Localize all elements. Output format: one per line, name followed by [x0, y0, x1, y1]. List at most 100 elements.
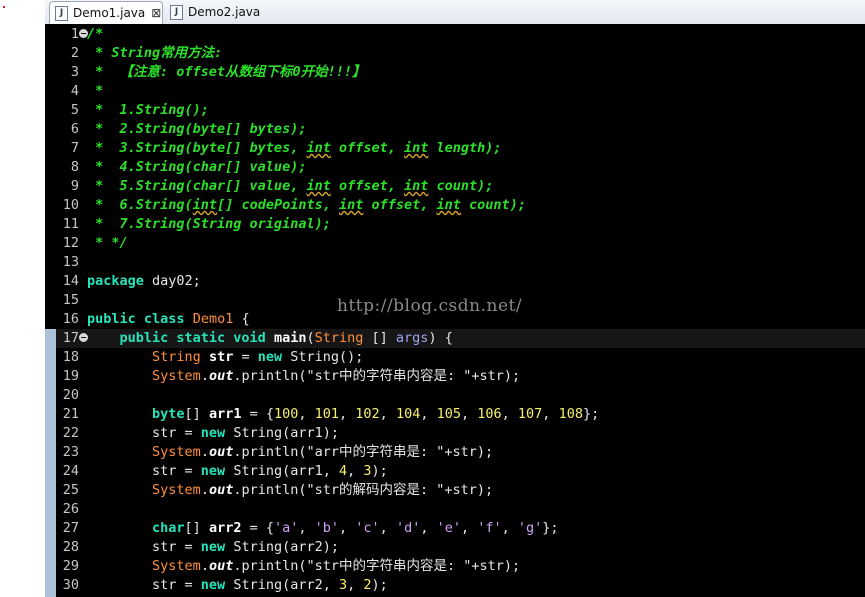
code-token: , — [347, 577, 364, 593]
code-token: out — [208, 444, 234, 460]
code-token: 'e' — [436, 520, 461, 536]
code-text: String str = new String(); — [87, 348, 363, 367]
code-line[interactable]: 8 * 4.String(char[] value); — [56, 158, 865, 177]
code-token: 107 — [517, 406, 543, 422]
code-text: str = new String(arr2); — [87, 538, 339, 557]
code-token: out — [208, 558, 234, 574]
code-token: package — [87, 273, 144, 289]
code-line[interactable]: 13 — [56, 253, 865, 272]
code-token: * 3.String(byte[] bytes, — [87, 140, 307, 156]
code-token: int — [404, 140, 429, 156]
code-line[interactable]: 30 str = new String(arr2, 3, 2); — [56, 576, 865, 595]
code-line[interactable]: 29 System.out.println("str中的字符串内容是: "+st… — [56, 557, 865, 576]
code-line[interactable]: 18 String str = new String(); — [56, 348, 865, 367]
code-token: /* — [87, 26, 104, 42]
code-token: 3 — [338, 577, 348, 593]
code-line[interactable]: 19 System.out.println("str中的字符串内容是: "+st… — [56, 367, 865, 386]
code-text: * 【注意: offset从数组下标0开始!!!】 — [87, 63, 365, 82]
code-text: /* — [87, 25, 103, 44]
line-number: 13 — [62, 254, 79, 270]
code-token: [] — [363, 330, 396, 346]
code-token: offset, — [330, 178, 404, 194]
code-token: new — [200, 577, 226, 593]
code-line[interactable]: 26 — [56, 500, 865, 519]
line-number: 7 — [70, 140, 79, 156]
code-line[interactable]: 21 byte[] arr1 = {100, 101, 102, 104, 10… — [56, 405, 865, 424]
code-token: new — [200, 463, 226, 479]
line-number: 27 — [62, 520, 79, 536]
line-number: 12 — [62, 235, 79, 251]
code-token: 100 — [273, 406, 299, 422]
code-token: public static void — [119, 330, 266, 346]
code-token: out — [208, 482, 234, 498]
code-text: * 2.String(byte[] bytes); — [87, 120, 306, 139]
line-number: 25 — [62, 482, 79, 498]
code-token: String(arr1); — [225, 425, 339, 441]
code-line[interactable]: 2 * String常用方法: — [56, 44, 865, 63]
code-line[interactable]: 10 * 6.String(int[] codePoints, int offs… — [56, 196, 865, 215]
code-line[interactable]: 23 System.out.println("arr中的字符串是: "+str)… — [56, 443, 865, 462]
code-line[interactable]: 12 * */ — [56, 234, 865, 253]
code-token: "arr中的字符串是: " — [306, 444, 445, 460]
code-line[interactable]: 27 char[] arr2 = {'a', 'b', 'c', 'd', 'e… — [56, 519, 865, 538]
code-token: , — [379, 520, 396, 536]
marker-dot — [3, 6, 5, 8]
code-token: "str中的字符串内容是: " — [306, 368, 472, 384]
code-line[interactable]: 7 * 3.String(byte[] bytes, int offset, i… — [56, 139, 865, 158]
line-number: 19 — [62, 368, 79, 384]
code-token: * 1.String(); — [87, 102, 209, 118]
code-token: = { — [241, 520, 274, 536]
code-token: . — [200, 444, 209, 460]
line-number: 10 — [62, 197, 79, 213]
line-number: 5 — [70, 102, 79, 118]
code-token: +str); — [471, 368, 521, 384]
code-token: +str); — [444, 444, 494, 460]
code-token: 'c' — [355, 520, 380, 536]
code-token: str — [208, 349, 234, 365]
code-line[interactable]: 5 * 1.String(); — [56, 101, 865, 120]
code-token: , — [339, 406, 356, 422]
code-line[interactable]: 28 str = new String(arr2); — [56, 538, 865, 557]
line-number: 6 — [70, 121, 79, 137]
code-line[interactable]: 3 * 【注意: offset从数组下标0开始!!!】 — [56, 63, 865, 82]
code-token: { — [233, 311, 250, 327]
code-line[interactable]: 11 * 7.String(String original); — [56, 215, 865, 234]
code-line[interactable]: 22 str = new String(arr1); — [56, 424, 865, 443]
line-number: 18 — [62, 349, 79, 365]
code-token: System — [152, 558, 201, 574]
tab-demo1[interactable]: J Demo1.java ⊠ — [49, 1, 163, 24]
line-number: 17 — [62, 330, 79, 346]
code-token: * */ — [87, 235, 128, 251]
code-line[interactable]: 17− public static void main(String [] ar… — [56, 329, 865, 348]
code-line[interactable]: 9 * 5.String(char[] value, int offset, i… — [56, 177, 865, 196]
tab-label: Demo1.java — [73, 6, 146, 20]
code-token: .println( — [233, 558, 307, 574]
code-token: * — [87, 83, 104, 99]
code-token: 106 — [477, 406, 502, 422]
code-editor[interactable]: 1−/* 2 * String常用方法: 3 * 【注意: offset从数组下标0… — [45, 24, 865, 597]
code-token: System — [152, 482, 201, 498]
close-icon[interactable]: ⊠ — [151, 6, 161, 20]
tab-demo2[interactable]: J Demo2.java — [165, 1, 261, 23]
line-number: 14 — [62, 273, 79, 289]
code-token: * 2.String(byte[] bytes); — [87, 121, 307, 137]
code-line[interactable]: 4 * — [56, 82, 865, 101]
code-line[interactable]: 14 package day02; — [56, 272, 865, 291]
code-token: Demo1 — [192, 311, 234, 327]
code-text: char[] arr2 = {'a', 'b', 'c', 'd', 'e', … — [87, 519, 559, 538]
code-line[interactable]: 24 str = new String(arr1, 4, 3); — [56, 462, 865, 481]
code-token: char — [152, 520, 185, 536]
line-number: 8 — [70, 159, 79, 175]
line-number: 21 — [62, 406, 79, 422]
code-line[interactable]: 6 * 2.String(byte[] bytes); — [56, 120, 865, 139]
code-line[interactable]: 1−/* — [56, 25, 865, 44]
code-line[interactable]: 25 System.out.println("str的解码内容是: "+str)… — [56, 481, 865, 500]
code-line[interactable]: 20 — [56, 386, 865, 405]
